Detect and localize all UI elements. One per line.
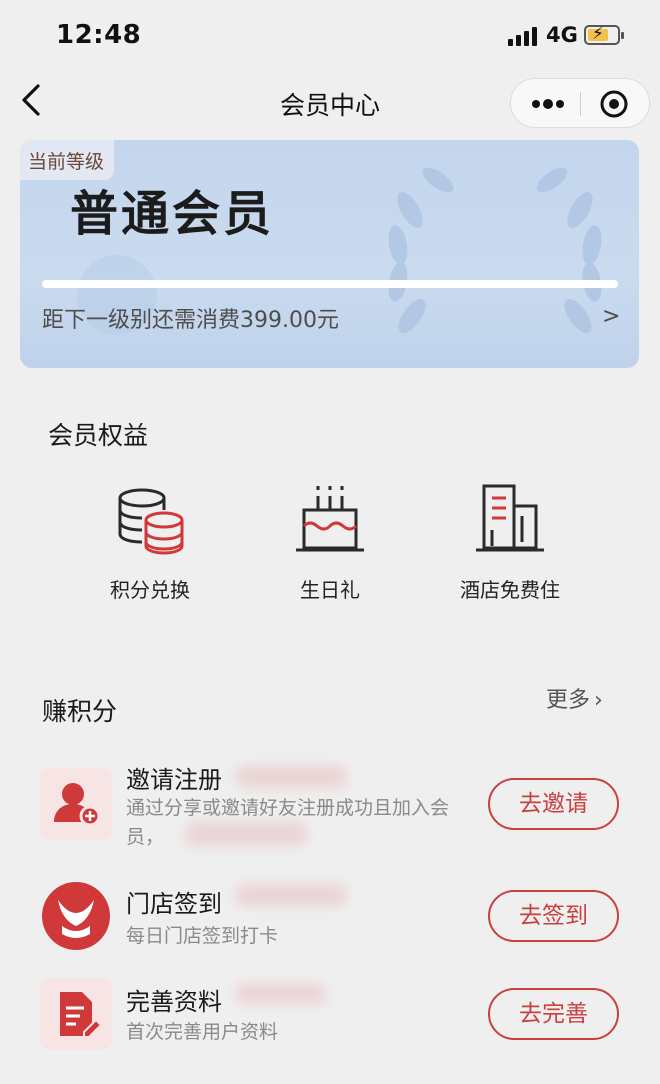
close-miniprogram-icon[interactable] [599,89,629,119]
more-dots-icon[interactable] [531,95,565,113]
more-link[interactable]: 更多 › [546,682,603,714]
checkin-button[interactable]: 去签到 [488,890,619,942]
birthday-cake-icon [296,486,364,552]
benefit-label: 酒店免费住 [460,578,560,602]
status-time: 12:48 [56,20,142,50]
next-level-hint: 距下一级别还需消费399.00元 [42,308,339,333]
nav-bar: 会员中心 [0,74,660,130]
store-checkin-logo-icon [40,880,112,952]
laurel-wreath-icon [388,167,602,334]
benefit-birthday-gift[interactable]: 生日礼 [250,480,410,610]
task-title: 门店签到 [126,890,222,918]
task-desc: 首次完善用户资料 [126,1021,279,1043]
miniprogram-capsule [510,78,650,128]
task-desc: 通过分享或邀请好友注册成功且加入会员， [126,797,450,848]
network-label: 4G [546,23,578,47]
level-name: 普通会员 [70,186,275,242]
hotel-building-icon [476,484,544,552]
task-invite-register: 邀请注册 通过分享或邀请好友注册成功且加入会员， 去邀请 [40,766,630,858]
chevron-right-icon: › [594,688,603,713]
invite-button[interactable]: 去邀请 [488,778,619,830]
edit-profile-icon [40,978,112,1050]
task-desc: 每日门店签到打卡 [126,925,279,947]
benefit-free-hotel[interactable]: 酒店免费住 [430,480,590,610]
task-title: 完善资料 [126,988,222,1016]
task-title: 邀请注册 [126,766,222,794]
signal-icon [508,26,540,46]
earn-points-title: 赚积分 [42,697,118,726]
benefit-label: 积分兑换 [110,578,190,602]
benefit-points-exchange[interactable]: 积分兑换 [70,480,230,610]
member-level-card[interactable]: 当前等级 普通会员 距下一级别还需消费399.00元 > [20,140,639,368]
invite-user-icon [40,768,112,840]
benefit-label: 生日礼 [300,578,360,602]
task-complete-profile: 完善资料 首次完善用户资料 去完善 [40,978,630,1058]
status-bar: 12:48 4G ⚡ [0,0,660,70]
benefits-title: 会员权益 [48,421,149,450]
chevron-right-icon[interactable]: > [602,304,620,329]
more-label: 更多 [546,688,591,713]
complete-profile-button[interactable]: 去完善 [488,988,619,1040]
battery-icon: ⚡ [584,24,624,45]
task-store-checkin: 门店签到 每日门店签到打卡 去签到 [40,880,630,960]
level-progress-bar [42,280,618,288]
coins-stack-icon [118,488,184,555]
